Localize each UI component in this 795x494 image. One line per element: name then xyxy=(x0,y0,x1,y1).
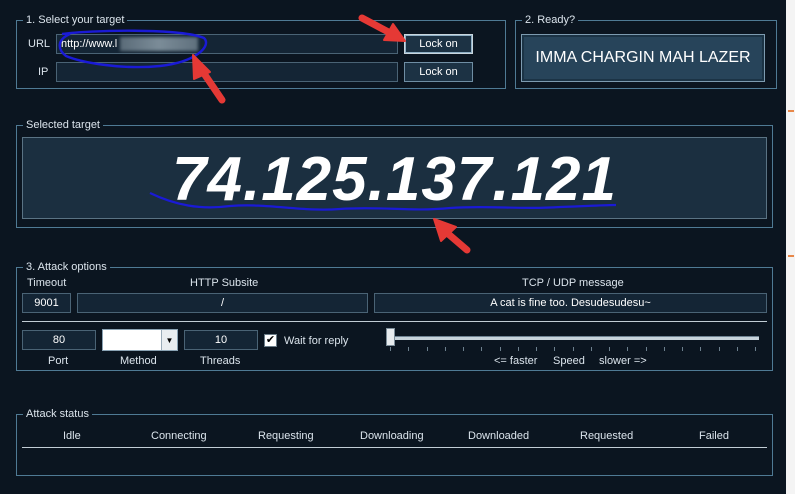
background-window-marker xyxy=(788,110,794,112)
blue-underline-annotation xyxy=(149,192,617,211)
red-arrow-icon xyxy=(192,54,226,104)
background-window-marker xyxy=(788,255,794,257)
background-window-strip xyxy=(786,0,795,494)
red-arrow-icon xyxy=(433,218,471,254)
blue-circle-annotation xyxy=(58,29,208,69)
red-arrow-icon xyxy=(358,14,406,42)
annotation-overlay xyxy=(58,14,617,254)
loic-window: 1. Select your target URL http://www.l L… xyxy=(0,0,787,494)
